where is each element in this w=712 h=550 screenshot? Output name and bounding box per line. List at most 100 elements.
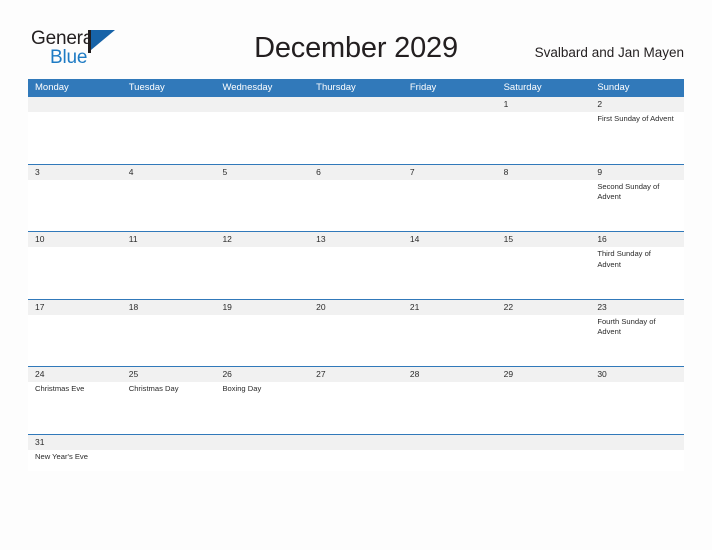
day-number: 1 xyxy=(503,99,509,109)
day-event: Christmas Day xyxy=(128,384,179,393)
day-cell[interactable]: 26 Boxing Day xyxy=(215,367,309,434)
day-number xyxy=(316,97,403,112)
day-event xyxy=(35,247,122,249)
day-cell[interactable]: 30 xyxy=(590,367,684,434)
week-row: 3 4 5 6 7 8 9 Second Sunday of Advent xyxy=(28,163,684,232)
day-cell[interactable]: 24 Christmas Eve xyxy=(28,367,122,434)
day-cell[interactable]: 22 xyxy=(497,300,591,367)
day-cell[interactable] xyxy=(309,97,403,164)
week-row: 24 Christmas Eve 25 Christmas Day 26 Boxing… xyxy=(28,366,684,434)
weekday-friday: Friday xyxy=(409,82,437,93)
day-cell[interactable]: 27 xyxy=(309,367,403,434)
day-cell[interactable]: 28 xyxy=(403,367,497,434)
week-row: 10 11 12 13 14 15 16 Third Sunday of Adve… xyxy=(28,231,684,299)
day-event: New Year's Eve xyxy=(35,451,88,461)
region-label: Svalbard and Jan Mayen xyxy=(534,45,684,60)
day-cell[interactable] xyxy=(122,97,216,164)
day-cell[interactable] xyxy=(309,435,403,471)
day-cell[interactable]: 19 xyxy=(215,300,309,367)
day-cell[interactable]: 4 xyxy=(122,165,216,232)
week-row: 31 New Year's Eve xyxy=(28,433,684,471)
day-number: 29 xyxy=(503,369,514,379)
day-number: 25 xyxy=(128,369,139,379)
day-event xyxy=(597,382,684,384)
day-number: 28 xyxy=(409,369,420,379)
day-number: 23 xyxy=(597,301,607,312)
day-event: Second Sunday of Advent xyxy=(597,181,660,202)
weekday-tuesday: Tuesday xyxy=(128,82,165,93)
day-number: 18 xyxy=(128,301,139,312)
day-number: 26 xyxy=(222,369,232,379)
day-cell[interactable] xyxy=(28,97,122,164)
day-cell[interactable]: 20 xyxy=(309,300,403,367)
day-cell[interactable]: 3 xyxy=(28,165,122,232)
day-event: Third Sunday of Advent xyxy=(597,249,651,269)
day-number: 2 xyxy=(597,99,603,109)
day-cell[interactable] xyxy=(403,97,497,164)
day-event xyxy=(316,180,403,182)
calendar-grid: Monday Tuesday Wednesday Thursday Friday… xyxy=(28,79,684,471)
day-cell[interactable]: 15 xyxy=(497,232,591,299)
day-cell[interactable]: 10 xyxy=(28,232,122,299)
day-event xyxy=(316,382,403,384)
day-cell[interactable]: 29 xyxy=(497,367,591,434)
day-event: Christmas Eve xyxy=(35,384,85,393)
day-cell[interactable]: 25 Christmas Day xyxy=(122,367,216,434)
day-number: 12 xyxy=(222,234,232,244)
day-cell[interactable]: 6 xyxy=(309,165,403,232)
weekday-header-row: Monday Tuesday Wednesday Thursday Friday… xyxy=(28,79,684,96)
day-number xyxy=(222,97,309,112)
day-event xyxy=(504,180,591,182)
day-number: 19 xyxy=(222,301,232,312)
day-number: 31 xyxy=(35,436,45,447)
day-event: First Sunday of Advent xyxy=(597,114,674,123)
week-row: 17 18 19 20 21 22 23 Fourth Sunday of Adv… xyxy=(28,298,684,367)
day-cell[interactable]: 11 xyxy=(122,232,216,299)
day-cell[interactable]: 5 xyxy=(215,165,309,232)
day-number xyxy=(129,97,216,112)
day-event xyxy=(35,315,122,317)
day-number xyxy=(504,435,591,450)
day-event xyxy=(129,112,216,114)
weekday-wednesday: Wednesday xyxy=(222,82,273,93)
day-cell[interactable]: 18 xyxy=(122,300,216,367)
day-cell[interactable]: 23 Fourth Sunday of Advent xyxy=(590,300,684,367)
day-event xyxy=(504,382,591,384)
day-cell[interactable]: 13 xyxy=(309,232,403,299)
day-cell[interactable]: 31 New Year's Eve xyxy=(28,435,122,471)
day-cell[interactable] xyxy=(403,435,497,471)
day-cell[interactable]: 12 xyxy=(215,232,309,299)
day-number: 27 xyxy=(316,369,326,379)
day-event xyxy=(222,450,309,452)
day-cell[interactable]: 9 Second Sunday of Advent xyxy=(590,165,684,232)
day-cell[interactable]: 7 xyxy=(403,165,497,232)
day-number xyxy=(316,435,403,450)
weekday-monday: Monday xyxy=(35,82,69,93)
day-number: 16 xyxy=(597,234,607,244)
day-number: 11 xyxy=(128,234,138,244)
day-event xyxy=(504,112,591,114)
day-cell[interactable] xyxy=(122,435,216,471)
day-event xyxy=(410,450,497,452)
day-event: Fourth Sunday of Advent xyxy=(597,316,656,337)
day-cell[interactable]: 8 xyxy=(497,165,591,232)
day-number: 5 xyxy=(222,166,228,177)
day-cell[interactable]: 16 Third Sunday of Advent xyxy=(590,232,684,299)
day-cell[interactable]: 17 xyxy=(28,300,122,367)
day-cell[interactable] xyxy=(215,435,309,471)
day-number xyxy=(410,435,497,450)
day-number: 17 xyxy=(35,301,45,312)
day-number: 7 xyxy=(409,166,415,177)
day-event xyxy=(129,180,216,182)
day-cell[interactable] xyxy=(215,97,309,164)
day-cell[interactable]: 2 First Sunday of Advent xyxy=(590,97,684,164)
weekday-thursday: Thursday xyxy=(316,82,356,93)
day-cell[interactable] xyxy=(590,435,684,471)
day-cell[interactable]: 21 xyxy=(403,300,497,367)
day-event xyxy=(316,315,403,317)
day-cell[interactable] xyxy=(497,435,591,471)
day-number xyxy=(410,97,497,112)
day-number: 14 xyxy=(409,234,420,244)
day-cell[interactable]: 1 xyxy=(497,97,591,164)
day-cell[interactable]: 14 xyxy=(403,232,497,299)
